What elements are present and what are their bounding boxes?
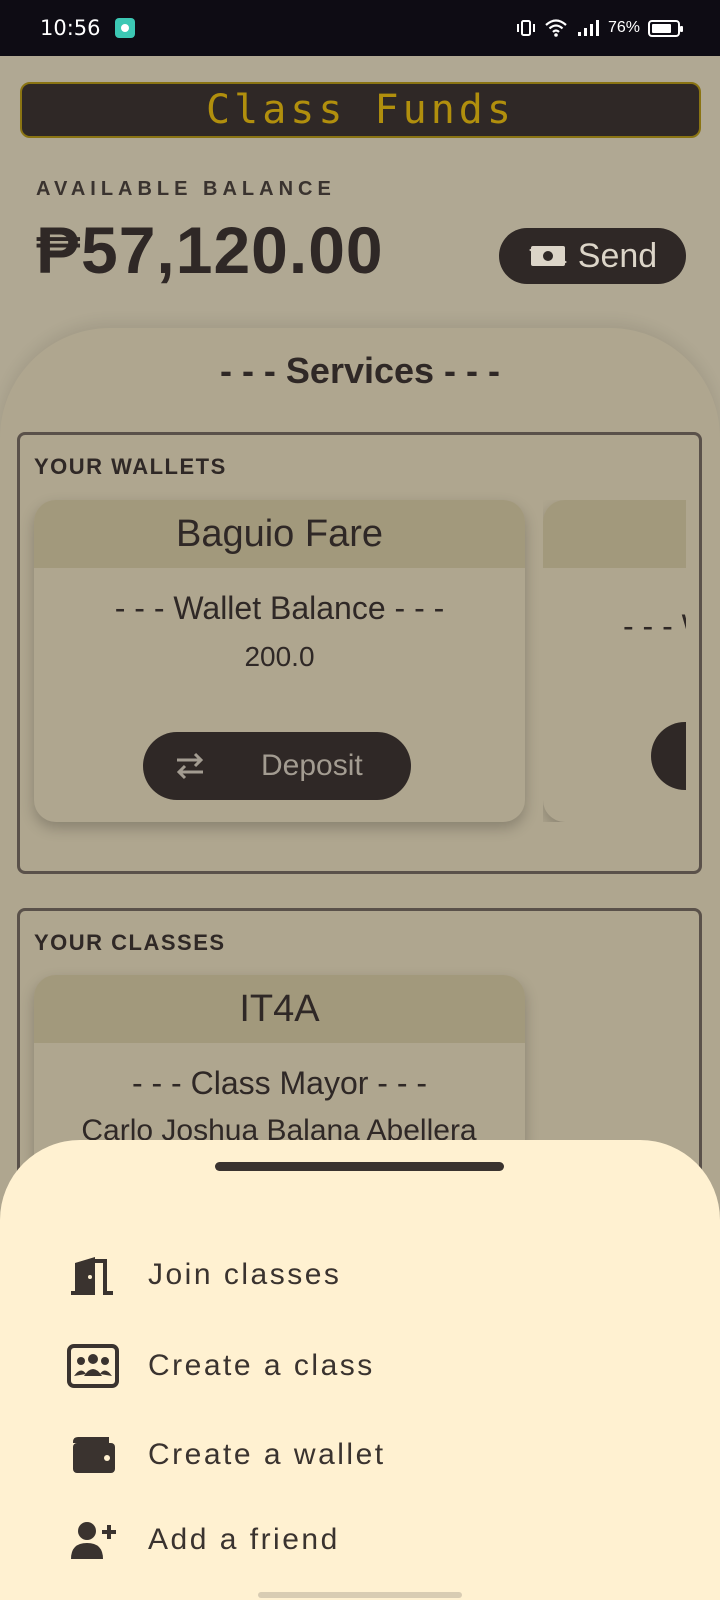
- signal-icon: [577, 20, 599, 36]
- menu-label-add-friend: Add a friend: [148, 1523, 340, 1556]
- wallet-card-name: Baguio Fare: [34, 500, 525, 568]
- wallets-section-label: YOUR WALLETS: [34, 454, 227, 479]
- class-card-subtitle: - - - Class Mayor - - -: [131, 1065, 428, 1101]
- app-title: Class Funds: [20, 82, 701, 138]
- vibrate-icon: [516, 20, 535, 36]
- money-transfer-icon: [528, 246, 567, 266]
- menu-item-create-class[interactable]: Create a class: [66, 1341, 375, 1391]
- menu-label-create-wallet: Create a wallet: [148, 1438, 386, 1471]
- gesture-nav-pill[interactable]: [258, 1592, 462, 1598]
- deposit-button[interactable]: Deposit: [143, 732, 411, 800]
- menu-label-join-classes: Join classes: [148, 1258, 342, 1291]
- send-button-label: Send: [577, 236, 658, 275]
- menu-item-create-wallet[interactable]: Create a wallet: [66, 1430, 386, 1480]
- wifi-icon: [545, 19, 567, 37]
- services-title: - - - Services - - -: [219, 350, 501, 391]
- wallet-card-next-subtitle: - - - W: [623, 608, 686, 644]
- drag-handle[interactable]: [215, 1162, 504, 1171]
- class-card-name: IT4A: [34, 975, 525, 1043]
- notification-app-icon: [114, 18, 135, 38]
- battery-percent: 76%: [607, 19, 640, 36]
- wallet-card[interactable]: Baguio Fare - - - Wallet Balance - - - 2…: [34, 500, 525, 822]
- send-button[interactable]: Send: [499, 228, 686, 284]
- swap-arrows-icon: [176, 752, 204, 780]
- battery-icon: [648, 19, 683, 37]
- wallet-card-peek[interactable]: - - - W: [543, 500, 686, 822]
- classes-section-label: YOUR CLASSES: [34, 930, 226, 955]
- wallet-card-balance: 200.0: [244, 641, 315, 672]
- person-add-icon: [66, 1515, 120, 1565]
- wallet-card-subtitle: - - - Wallet Balance - - -: [114, 590, 445, 626]
- wallet-icon: [66, 1430, 120, 1480]
- group-card-icon: [66, 1341, 120, 1391]
- balance-value: ₱57,120.00: [36, 213, 384, 287]
- door-icon: [66, 1250, 120, 1300]
- menu-item-add-friend[interactable]: Add a friend: [66, 1515, 340, 1565]
- status-time: 10:56: [40, 16, 101, 40]
- balance-label: AVAILABLE BALANCE: [36, 178, 336, 200]
- status-indicators: 76%: [516, 18, 683, 38]
- deposit-button-label: Deposit: [261, 749, 363, 782]
- wallet-card-next-head: [543, 500, 686, 568]
- status-bar: 10:56 76%: [0, 0, 720, 56]
- menu-label-create-class: Create a class: [148, 1349, 375, 1382]
- menu-item-join-classes[interactable]: Join classes: [66, 1250, 341, 1300]
